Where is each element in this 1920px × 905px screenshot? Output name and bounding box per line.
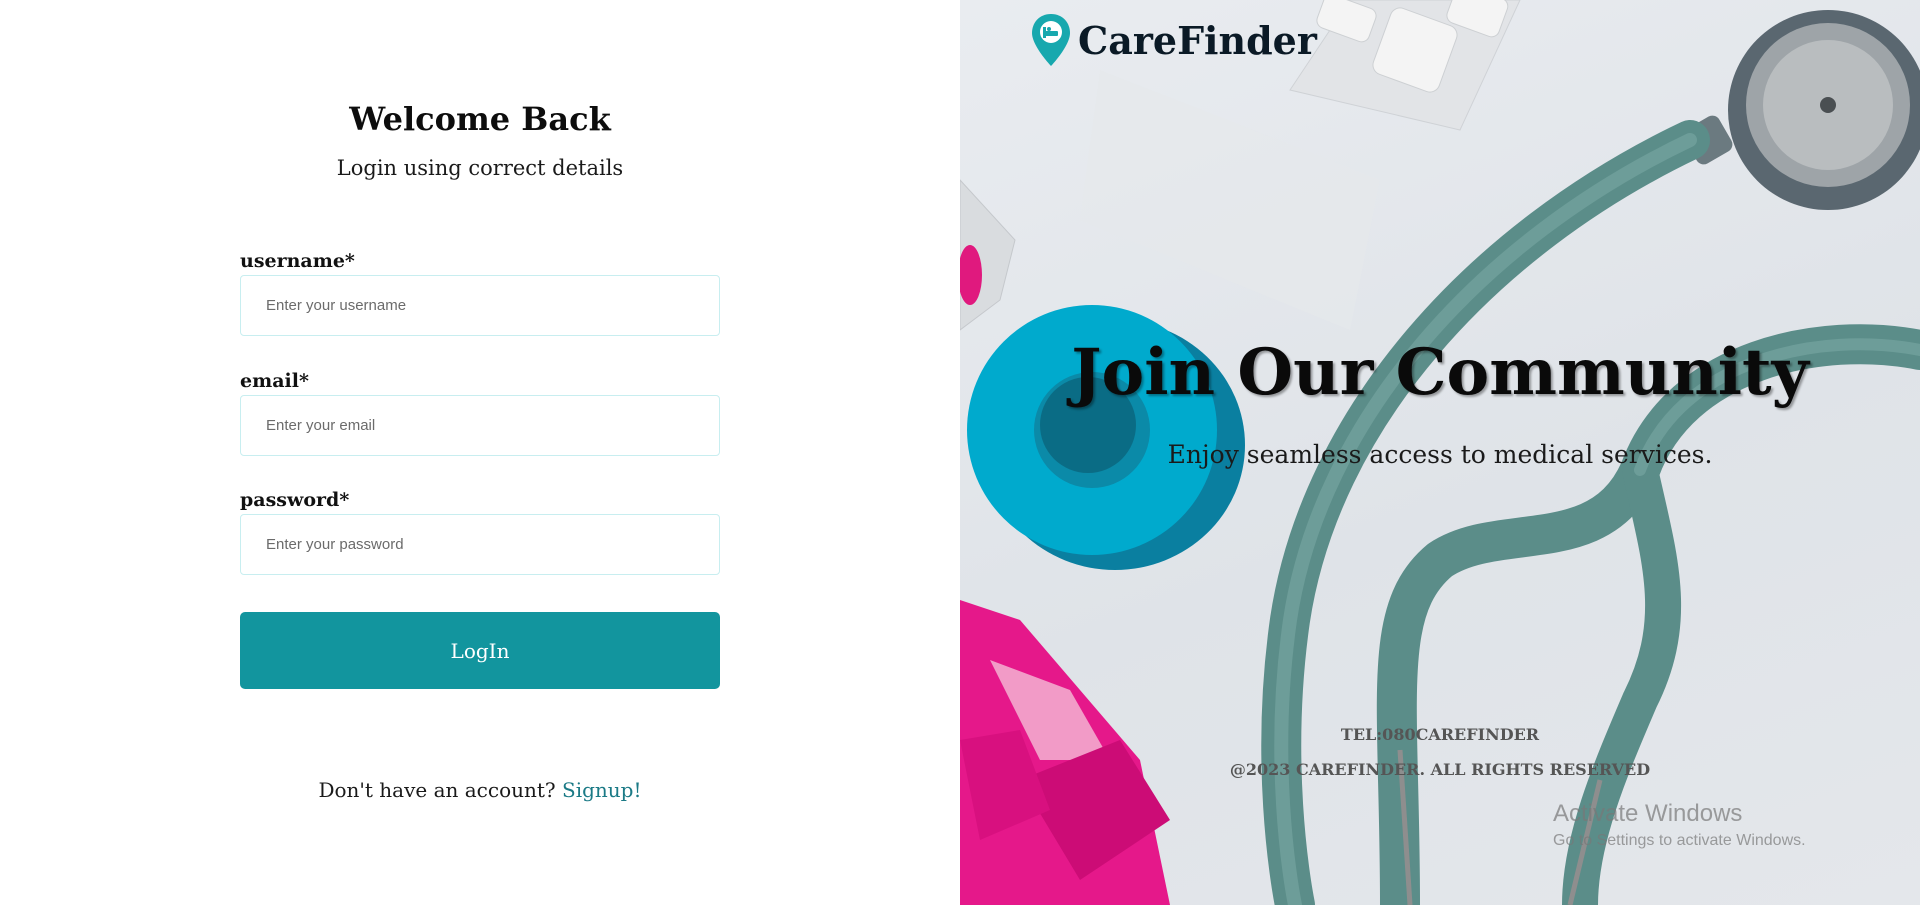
hero-panel: CareFinder Join Our Community Enjoy seam… bbox=[960, 0, 1920, 905]
email-input[interactable] bbox=[240, 395, 720, 456]
brand-name: CareFinder bbox=[1078, 17, 1317, 63]
location-pin-bed-icon bbox=[1032, 14, 1070, 66]
brand-logo[interactable]: CareFinder bbox=[1030, 12, 1317, 68]
hero-subtitle: Enjoy seamless access to medical service… bbox=[1167, 440, 1713, 469]
username-label: username* bbox=[240, 250, 355, 272]
signup-prompt-text: Don't have an account? bbox=[318, 778, 556, 802]
stethoscope-head bbox=[1683, 10, 1920, 210]
activate-windows-title: Activate Windows bbox=[1553, 800, 1743, 827]
activate-windows-subtitle: Go to Settings to activate Windows. bbox=[1553, 832, 1806, 849]
stethoscope-tubing bbox=[1261, 120, 1920, 905]
signup-prompt: Don't have an account? Signup! bbox=[0, 778, 960, 802]
username-input[interactable] bbox=[240, 275, 720, 336]
password-input[interactable] bbox=[240, 514, 720, 575]
footer-tel: TEL:080CAREFINDER bbox=[1340, 725, 1540, 744]
tape-strip bbox=[1080, 70, 1380, 330]
login-panel: Welcome Back Login using correct details… bbox=[0, 0, 960, 905]
signup-link[interactable]: Signup! bbox=[562, 778, 642, 802]
pill-blister-pack bbox=[1289, 0, 1521, 131]
hero-title: Join Our Community bbox=[1071, 335, 1809, 410]
page-subtitle: Login using correct details bbox=[336, 156, 624, 180]
email-label: email* bbox=[240, 370, 309, 392]
login-button[interactable]: LogIn bbox=[240, 612, 720, 689]
footer-copyright: @2023 CAREFINDER. ALL RIGHTS RESERVED bbox=[1229, 760, 1651, 779]
pill-organizer bbox=[960, 600, 1170, 905]
activate-windows-watermark: Activate Windows Go to Settings to activ… bbox=[1553, 800, 1806, 850]
password-label: password* bbox=[240, 489, 350, 511]
page-title: Welcome Back bbox=[349, 100, 611, 138]
